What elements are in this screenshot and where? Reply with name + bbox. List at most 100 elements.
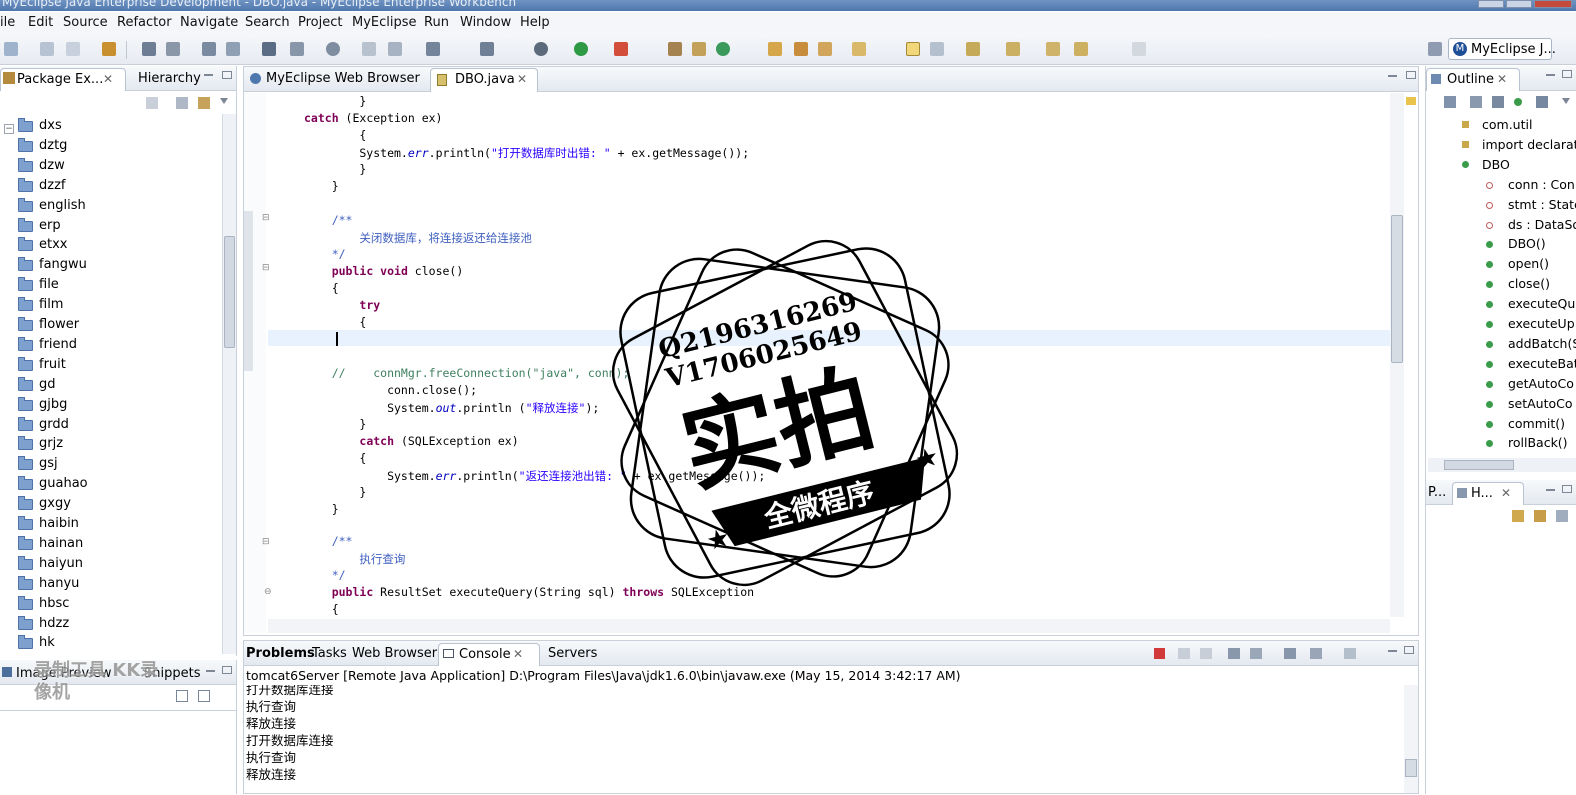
new-class-wizard-icon[interactable] — [716, 42, 730, 56]
close-icon[interactable]: ✕ — [103, 72, 113, 86]
outline-item[interactable]: DBO — [1482, 157, 1510, 172]
outline-item[interactable]: DBO() — [1508, 236, 1546, 251]
editor-vertical-scrollbar[interactable] — [1390, 93, 1404, 617]
maximize-icon[interactable] — [1562, 70, 1572, 78]
open-type-icon[interactable] — [362, 42, 376, 56]
tab-web-browser[interactable]: MyEclipse Web Browser — [266, 71, 420, 86]
tab-outline[interactable]: Outline ✕ — [1426, 68, 1520, 91]
scroll-lock-icon[interactable] — [1250, 648, 1262, 659]
close-icon[interactable]: ✕ — [1501, 486, 1511, 500]
collapse-all-icon[interactable] — [176, 97, 188, 109]
terminate-icon[interactable] — [1154, 648, 1165, 659]
open-console-icon[interactable] — [1344, 648, 1356, 659]
outline-item[interactable]: conn : Con — [1508, 177, 1575, 192]
tab-servers[interactable]: Servers — [548, 646, 597, 661]
tab-properties[interactable]: P... — [1428, 485, 1446, 500]
scrollbar-thumb[interactable] — [1444, 460, 1514, 470]
view-menu-icon[interactable] — [220, 98, 228, 104]
maximize-icon[interactable] — [1404, 646, 1414, 654]
new-class-icon[interactable] — [290, 42, 304, 56]
display-console-icon[interactable] — [1310, 648, 1322, 659]
refresh-icon[interactable] — [852, 42, 866, 56]
outline-item[interactable]: ds : DataSo — [1508, 217, 1576, 232]
close-icon[interactable]: ✕ — [517, 72, 527, 86]
menu-source[interactable]: Source — [63, 15, 108, 30]
fold-icon[interactable]: ⊖ — [264, 587, 272, 597]
link-icon[interactable] — [1534, 510, 1546, 522]
minimize-icon[interactable] — [204, 74, 213, 76]
package-explorer-scrollbar[interactable] — [222, 114, 236, 654]
hide-local-types-icon[interactable] — [1536, 96, 1548, 108]
outline-item[interactable]: com.util — [1482, 117, 1532, 132]
tab-tasks[interactable]: Tasks — [312, 646, 347, 661]
menu-myeclipse[interactable]: MyEclipse — [352, 15, 417, 30]
open-resource-icon[interactable] — [818, 42, 832, 56]
zoom-fit-icon[interactable] — [176, 690, 188, 702]
new-project-icon[interactable] — [262, 42, 276, 56]
console-scrollbar[interactable] — [1404, 685, 1418, 793]
external-tools-icon[interactable] — [614, 42, 628, 56]
close-window-button[interactable] — [1534, 0, 1572, 8]
perspective-switcher[interactable]: M MyEclipse J... — [1448, 38, 1556, 60]
new-icon[interactable] — [4, 42, 18, 56]
hide-static-icon[interactable] — [1492, 96, 1504, 108]
menu-file[interactable]: ile — [0, 15, 15, 30]
new-java-project-icon[interactable] — [668, 42, 682, 56]
outline-item[interactable]: import declarat — [1482, 137, 1576, 152]
prev-annotation-icon[interactable] — [1006, 42, 1020, 56]
fold-icon[interactable]: ⊟ — [262, 537, 270, 547]
maximize-icon[interactable] — [222, 71, 232, 79]
back-icon[interactable] — [146, 97, 158, 109]
run-icon[interactable] — [574, 42, 588, 56]
debug-tools-icon[interactable] — [142, 42, 156, 56]
sort-icon[interactable] — [1444, 96, 1456, 108]
tab-package-explorer[interactable]: Package Ex... ✕ — [0, 68, 126, 91]
deploy-icon[interactable] — [202, 42, 216, 56]
debug-icon[interactable] — [534, 42, 548, 56]
outline-item[interactable]: open() — [1508, 256, 1549, 271]
menu-search[interactable]: Search — [245, 15, 290, 30]
view-menu-icon[interactable] — [1562, 98, 1570, 104]
outline-item[interactable]: executeQu — [1508, 296, 1575, 311]
scrollbar-thumb[interactable] — [1405, 759, 1417, 777]
tab-hierarchy[interactable]: Hierarchy — [138, 71, 201, 86]
fold-icon[interactable]: ⊟ — [262, 213, 270, 223]
open-perspective-icon[interactable] — [1428, 42, 1442, 56]
maximize-window-button[interactable] — [1506, 0, 1532, 8]
pin-icon[interactable] — [426, 42, 440, 56]
close-icon[interactable]: ✕ — [1497, 72, 1507, 86]
tab-problems[interactable]: Problems — [246, 646, 315, 661]
warning-marker-icon[interactable] — [1406, 97, 1416, 105]
outline-item[interactable]: addBatch(S — [1508, 336, 1576, 351]
open-folder-icon[interactable] — [768, 42, 782, 56]
clear-console-icon[interactable] — [1228, 648, 1240, 659]
minimize-icon[interactable] — [1388, 650, 1397, 652]
save-all-icon[interactable] — [66, 42, 80, 56]
back-icon[interactable] — [1046, 42, 1060, 56]
menu-refactor[interactable]: Refactor — [117, 15, 172, 30]
search-icon[interactable] — [388, 42, 402, 56]
open-task-icon[interactable] — [794, 42, 808, 56]
run-server-icon[interactable] — [226, 42, 240, 56]
forward-icon[interactable] — [1074, 42, 1088, 56]
tab-dbo-java[interactable]: DBO.java ✕ — [430, 68, 538, 92]
toggle-mark-icon[interactable] — [906, 42, 920, 56]
editor-horizontal-scrollbar[interactable] — [268, 619, 1390, 633]
save-icon[interactable] — [40, 42, 54, 56]
package-icon[interactable] — [480, 42, 494, 56]
hide-nonpublic-icon[interactable] — [1514, 98, 1522, 106]
last-edit-icon[interactable] — [1132, 42, 1146, 56]
tab-web-browser-view[interactable]: Web Browser — [352, 646, 437, 661]
outline-item[interactable]: close() — [1508, 276, 1550, 291]
server-icon[interactable] — [166, 42, 180, 56]
maximize-icon[interactable] — [1562, 485, 1572, 493]
minimize-icon[interactable] — [1546, 74, 1555, 76]
web-icon[interactable] — [326, 42, 340, 56]
expand-toggle-icon[interactable]: − — [4, 124, 14, 134]
outline-horizontal-scrollbar[interactable] — [1428, 458, 1576, 472]
pin-console-icon[interactable] — [1284, 648, 1296, 659]
remove-all-icon[interactable] — [1200, 648, 1212, 659]
outline-item[interactable]: setAutoCo — [1508, 396, 1573, 411]
link-with-editor-icon[interactable] — [198, 97, 210, 109]
menu-help[interactable]: Help — [520, 15, 550, 30]
